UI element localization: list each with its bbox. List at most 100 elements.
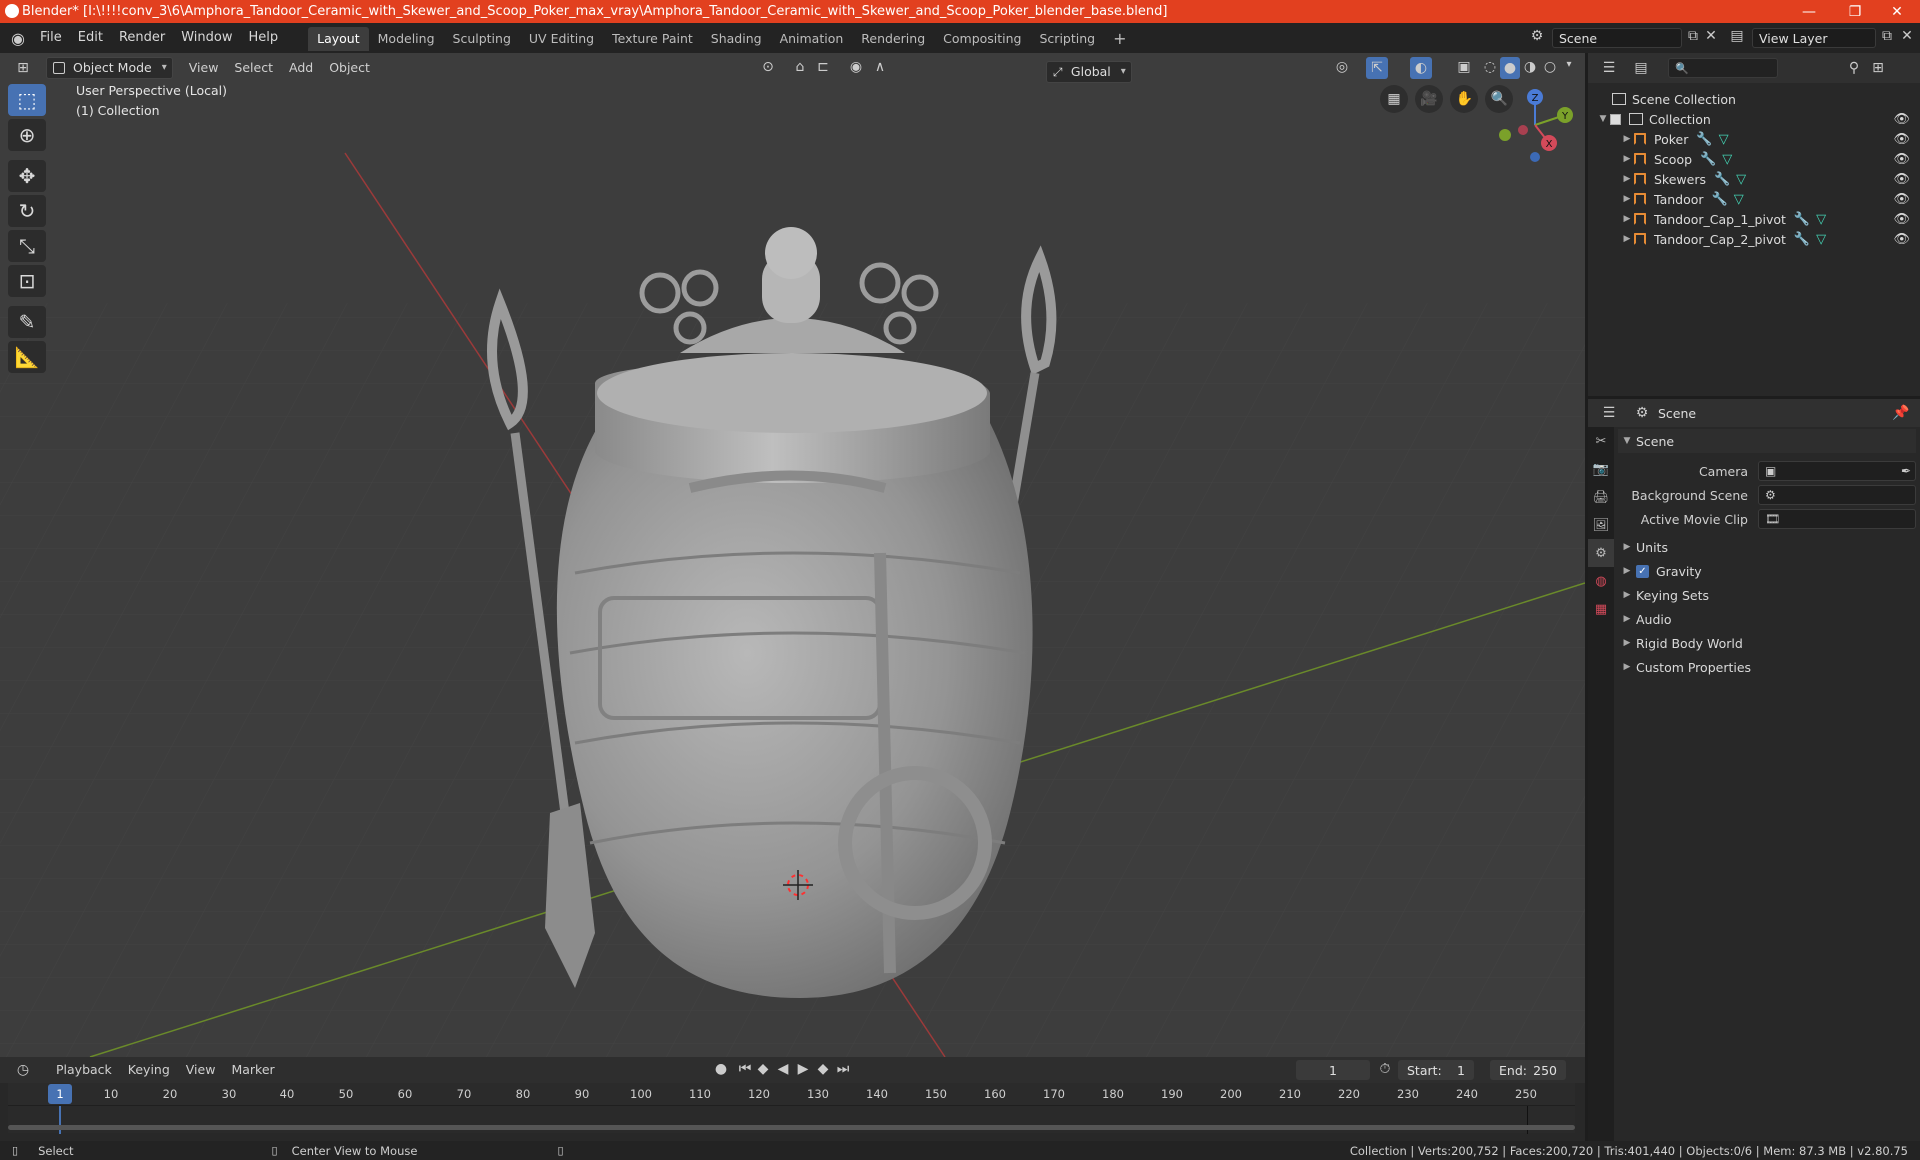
expand-triangle-icon[interactable]: ▶: [1618, 542, 1636, 552]
shading-wireframe-icon[interactable]: ◌: [1480, 59, 1500, 75]
timeline-scrollbar[interactable]: [8, 1125, 1575, 1130]
gravity-section-header[interactable]: ▶ ✓ Gravity: [1618, 559, 1916, 583]
eye-icon[interactable]: 👁: [1893, 232, 1910, 247]
expand-triangle-icon[interactable]: ▶: [1620, 154, 1634, 164]
expand-triangle-icon[interactable]: ▶: [1618, 662, 1636, 672]
eyedropper-icon[interactable]: ✒: [1901, 464, 1911, 478]
delete-view-layer-icon[interactable]: ✕: [1898, 28, 1916, 44]
eye-icon[interactable]: 👁: [1893, 132, 1910, 147]
jump-start-icon[interactable]: ⏮: [736, 1061, 754, 1077]
outliner-row-object[interactable]: ▶ Scoop 🔧 ▽ 👁: [1588, 149, 1920, 169]
menu-file[interactable]: File: [32, 23, 70, 53]
shading-solid-icon[interactable]: ●: [1500, 57, 1520, 79]
gravity-checkbox[interactable]: ✓: [1636, 564, 1649, 578]
background-scene-field[interactable]: ⚙: [1758, 485, 1916, 505]
texture-tab-icon[interactable]: ▦: [1588, 595, 1614, 623]
prev-keyframe-icon[interactable]: ◆: [754, 1061, 772, 1077]
keying-menu[interactable]: Keying: [120, 1059, 178, 1081]
eye-icon[interactable]: 👁: [1893, 172, 1910, 187]
move-tool[interactable]: ✥: [8, 160, 46, 192]
tab-sculpting[interactable]: Sculpting: [444, 27, 520, 51]
rotate-tool[interactable]: ↻: [8, 195, 46, 227]
display-mode-icon[interactable]: ▤: [1626, 60, 1656, 76]
shading-material-icon[interactable]: ◑: [1520, 59, 1540, 75]
start-frame-field[interactable]: Start: 1: [1398, 1060, 1474, 1080]
pan-view-icon[interactable]: ✋: [1450, 85, 1479, 113]
select-menu[interactable]: Select: [226, 57, 281, 79]
pin-icon[interactable]: 📌: [1892, 405, 1910, 421]
tab-layout[interactable]: Layout: [308, 27, 369, 51]
render-tab-icon[interactable]: 📷: [1588, 455, 1614, 483]
playhead[interactable]: 1: [48, 1084, 72, 1104]
expand-triangle-icon[interactable]: ▶: [1620, 214, 1634, 224]
proportional-editing-icon[interactable]: ◉: [846, 59, 866, 75]
units-section-header[interactable]: ▶ Units: [1618, 535, 1916, 559]
expand-triangle-icon[interactable]: ▶: [1620, 174, 1634, 184]
keying-sets-section-header[interactable]: ▶ Keying Sets: [1618, 583, 1916, 607]
tab-animation[interactable]: Animation: [771, 27, 853, 51]
outliner-search-input[interactable]: 🔍: [1668, 58, 1778, 78]
add-menu[interactable]: Add: [281, 57, 321, 79]
active-movie-clip-field[interactable]: 🎞: [1758, 509, 1916, 529]
properties-editor-type-icon[interactable]: ☰: [1592, 405, 1626, 421]
outliner-editor-type-icon[interactable]: ☰: [1592, 60, 1626, 76]
select-box-tool[interactable]: ⬚: [8, 84, 46, 116]
menu-window[interactable]: Window: [173, 23, 240, 53]
pivot-point-icon[interactable]: ⊙: [756, 59, 780, 75]
minimize-button[interactable]: —: [1786, 0, 1832, 23]
expand-triangle-icon[interactable]: ▼: [1596, 114, 1610, 124]
expand-triangle-icon[interactable]: ▶: [1618, 590, 1636, 600]
maximize-button[interactable]: ❐: [1832, 0, 1878, 23]
navigation-gizmo[interactable]: Z Y X: [1495, 85, 1575, 165]
collapse-triangle-icon[interactable]: ▼: [1618, 436, 1636, 446]
outliner-row-collection[interactable]: ▼ Collection 👁: [1588, 109, 1920, 129]
outliner-row-object[interactable]: ▶ Skewers 🔧 ▽ 👁: [1588, 169, 1920, 189]
tab-modeling[interactable]: Modeling: [369, 27, 444, 51]
current-frame-field[interactable]: 1: [1296, 1060, 1370, 1080]
new-scene-icon[interactable]: ⧉: [1684, 28, 1702, 44]
eye-icon[interactable]: 👁: [1893, 112, 1910, 127]
camera-view-icon[interactable]: 🎥: [1415, 85, 1444, 113]
end-frame-field[interactable]: End: 250: [1490, 1060, 1566, 1080]
visibility-icon[interactable]: ◎: [1330, 59, 1354, 75]
custom-properties-section-header[interactable]: ▶ Custom Properties: [1618, 655, 1916, 679]
camera-field[interactable]: ▣ ✒: [1758, 461, 1916, 481]
cursor-tool[interactable]: ⊕: [8, 119, 46, 151]
expand-triangle-icon[interactable]: ▶: [1620, 194, 1634, 204]
menu-edit[interactable]: Edit: [70, 23, 111, 53]
eye-icon[interactable]: 👁: [1893, 212, 1910, 227]
outliner-row-object[interactable]: ▶ Tandoor_Cap_2_pivot 🔧 ▽ 👁: [1588, 229, 1920, 249]
outliner-row-scene-collection[interactable]: Scene Collection: [1588, 89, 1920, 109]
next-keyframe-icon[interactable]: ◆: [814, 1061, 832, 1077]
marker-menu[interactable]: Marker: [223, 1059, 282, 1081]
delete-scene-icon[interactable]: ✕: [1702, 28, 1720, 44]
new-view-layer-icon[interactable]: ⧉: [1878, 28, 1896, 44]
tab-rendering[interactable]: Rendering: [852, 27, 934, 51]
new-collection-icon[interactable]: ⊞: [1866, 60, 1890, 76]
filter-icon[interactable]: ⚲: [1842, 60, 1866, 76]
eye-icon[interactable]: 👁: [1893, 192, 1910, 207]
frame-ruler[interactable]: 1 10 20 30 40 50 60 70 80 90 100 110 120…: [8, 1083, 1575, 1105]
scene-section-header[interactable]: ▼ Scene: [1618, 429, 1916, 453]
timeline-editor-type-icon[interactable]: ◷: [6, 1062, 40, 1078]
collection-checkbox[interactable]: [1610, 113, 1621, 125]
expand-triangle-icon[interactable]: ▶: [1618, 566, 1636, 576]
tab-uv-editing[interactable]: UV Editing: [520, 27, 603, 51]
view-layer-tab-icon[interactable]: 🖼: [1588, 511, 1614, 539]
outliner-row-object[interactable]: ▶ Poker 🔧 ▽ 👁: [1588, 129, 1920, 149]
menu-render[interactable]: Render: [111, 23, 173, 53]
expand-triangle-icon[interactable]: ▶: [1620, 134, 1634, 144]
tab-compositing[interactable]: Compositing: [934, 27, 1030, 51]
blender-menu-icon[interactable]: ◉: [4, 29, 32, 48]
tab-texture-paint[interactable]: Texture Paint: [603, 27, 702, 51]
view-layer-browse-icon[interactable]: ▤: [1726, 28, 1748, 44]
object-menu[interactable]: Object: [321, 57, 378, 79]
menu-help[interactable]: Help: [241, 23, 287, 53]
tab-scripting[interactable]: Scripting: [1031, 27, 1105, 51]
view-layer-selector[interactable]: View Layer: [1752, 28, 1876, 48]
3d-viewport[interactable]: ⊞ Object Mode View Select Add Object ⤢ G…: [0, 53, 1585, 1057]
scene-selector[interactable]: Scene: [1552, 28, 1682, 48]
shading-options-icon[interactable]: ▾: [1560, 59, 1578, 70]
measure-tool[interactable]: 📐: [8, 341, 46, 373]
outliner-row-object[interactable]: ▶ Tandoor_Cap_1_pivot 🔧 ▽ 👁: [1588, 209, 1920, 229]
